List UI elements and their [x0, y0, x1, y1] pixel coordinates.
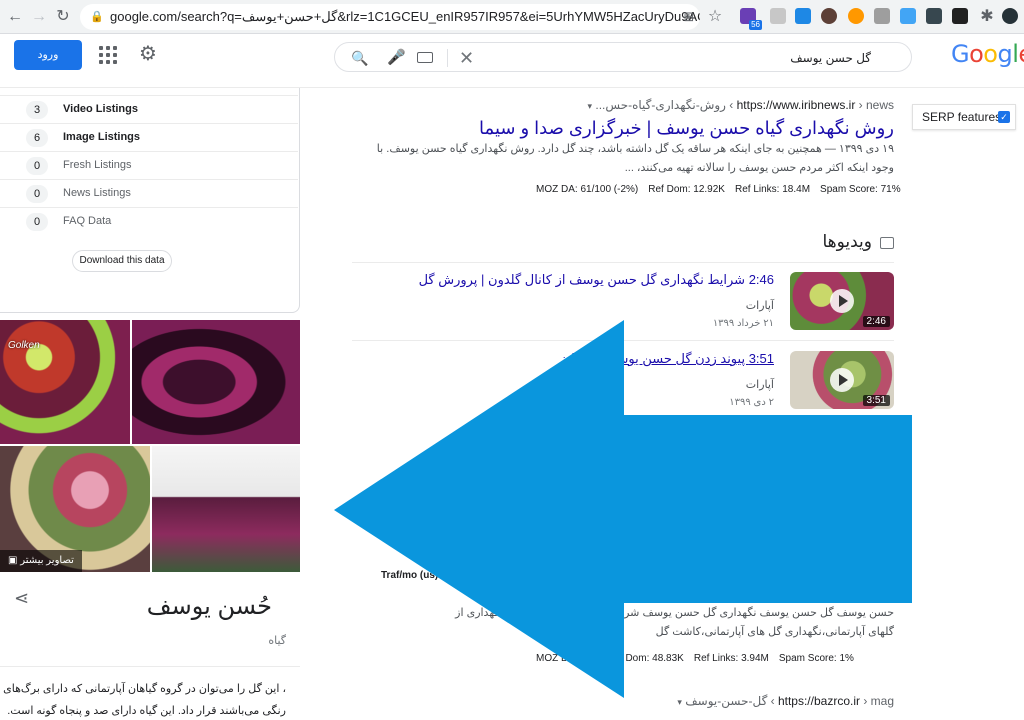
table-row: 0 FAQ Data: [0, 208, 298, 236]
lock-icon: 🔒: [90, 11, 104, 23]
image-thumbnail[interactable]: [132, 320, 300, 444]
extension-icon[interactable]: [952, 8, 968, 24]
address-bar[interactable]: 🔒 google.com/search?q=گل+حسن+یوسف&rlz=1C…: [80, 4, 700, 30]
knowledge-panel-title: حُسن یوسف: [146, 593, 272, 620]
table-row: 3 Video Listings: [0, 96, 298, 124]
play-icon[interactable]: [830, 289, 854, 313]
divider: [447, 49, 448, 67]
result-domain: https://www.iribnews.ir: [736, 98, 856, 112]
moz-metrics: MOZ DA: 61/100 (-2%) Ref Dom: 12.92K Ref L…: [526, 184, 901, 195]
extension-icon[interactable]: [926, 8, 942, 24]
gear-icon[interactable]: ⚙: [139, 44, 157, 64]
login-button[interactable]: ورود: [14, 40, 82, 70]
ref-links: Ref Links: 18.4M: [734, 184, 811, 195]
stat-count: 0: [26, 213, 48, 231]
profile-avatar[interactable]: [1002, 8, 1018, 24]
extension-icon[interactable]: [770, 8, 786, 24]
browser-toolbar: ← → ↻ 🔒 google.com/search?q=گل+حسن+یوسف&…: [0, 0, 1024, 34]
divider: [352, 262, 894, 263]
image-thumbnail[interactable]: ▣ تصاویر بیشتر: [0, 446, 150, 572]
bookmark-star-icon[interactable]: ☆: [704, 6, 726, 28]
image-thumbnail[interactable]: Golken: [0, 320, 130, 444]
share-icon[interactable]: ⋖: [14, 588, 29, 609]
mic-icon[interactable]: 🎤: [387, 43, 406, 73]
extension-icon[interactable]: [795, 8, 811, 24]
table-row: 6 Image Listings: [0, 124, 298, 152]
listing-stats-card: 3 Video Listings 6 Image Listings 0 Fres…: [0, 88, 300, 313]
ref-dom: Ref Dom: 12.92K: [648, 184, 725, 195]
more-images-button[interactable]: ▣ تصاویر بیشتر: [0, 550, 82, 572]
knowledge-panel-subtitle: گیاه: [268, 635, 286, 647]
knowledge-panel-description: ، این گل را می‌توان در گروه گیاهان آپارت…: [3, 683, 286, 717]
stat-count: 0: [26, 185, 48, 203]
extension-icon[interactable]: [821, 8, 837, 24]
search-query: گل حسن یوسف: [790, 51, 871, 65]
moz-da: MOZ DA: 61/100 (-2%): [536, 184, 639, 195]
image-grid: Golken ▣ تصاویر بیشتر: [0, 320, 300, 572]
stat-count: 3: [26, 101, 48, 119]
table-row: 0 News Listings: [0, 180, 298, 208]
stat-label: Video Listings: [63, 103, 138, 115]
search-input[interactable]: 🔍 🎤 ✕ گل حسن یوسف: [334, 42, 912, 72]
forward-icon[interactable]: →: [28, 6, 50, 28]
stat-count: 6: [26, 129, 48, 147]
more-images-label: تصاویر بیشتر: [20, 555, 74, 566]
search-result: https://www.iribnews.ir › news › روش-نگه…: [354, 98, 894, 178]
download-data-button[interactable]: Download this data: [72, 250, 172, 272]
extension-icon[interactable]: [900, 8, 916, 24]
videos-heading: ویدیوها: [822, 232, 894, 252]
checkbox-checked-icon[interactable]: ✓: [998, 111, 1010, 123]
logo-letter: e: [1018, 40, 1024, 68]
reload-icon[interactable]: ↻: [52, 6, 74, 28]
serp-features-toggle[interactable]: SERP features ✓: [912, 104, 1016, 130]
extension-icon[interactable]: 56: [740, 8, 762, 30]
divider: [0, 666, 300, 667]
video-title[interactable]: 2:46 شرایط نگهداری گل حسن یوسف از کانال …: [419, 272, 774, 288]
translate-icon[interactable]: ⊞: [678, 6, 700, 28]
left-arrow-overlay: [334, 320, 912, 698]
address-url: google.com/search?q=گل+حسن+یوسف&rlz=1C1G…: [110, 9, 700, 24]
stat-label: FAQ Data: [63, 215, 112, 227]
logo-letter: g: [997, 40, 1013, 68]
left-panel: 3 Video Listings 6 Image Listings 0 Fres…: [0, 88, 300, 720]
google-header: ورود ⚙ 🔍 🎤 ✕ گل حسن یوسف Google: [0, 34, 1024, 88]
puzzle-icon[interactable]: ✱: [976, 6, 998, 28]
stat-label: News Listings: [63, 187, 131, 199]
stat-label: Image Listings: [63, 131, 141, 143]
table-row: 0 Fresh Listings: [0, 152, 298, 180]
search-icon[interactable]: 🔍: [351, 43, 368, 73]
back-icon[interactable]: ←: [4, 6, 26, 28]
apps-grid-icon[interactable]: [99, 46, 117, 64]
stat-count: 0: [26, 157, 48, 175]
image-watermark: Golken: [8, 340, 40, 351]
image-thumbnail[interactable]: [152, 446, 300, 572]
spam-score: Spam Score: 71%: [820, 184, 901, 195]
video-section-icon: [880, 236, 894, 249]
logo-letter: G: [951, 40, 970, 68]
more-options-icon[interactable]: ▾: [588, 101, 593, 111]
extension-icon[interactable]: [848, 8, 864, 24]
google-logo[interactable]: Google: [951, 40, 1024, 68]
logo-letter: o: [983, 40, 998, 68]
logo-letter: o: [969, 40, 984, 68]
image-gallery-icon: ▣: [8, 555, 21, 566]
keyboard-icon[interactable]: [417, 52, 433, 63]
arrow-shape: [334, 320, 912, 698]
result-cite[interactable]: https://www.iribnews.ir › news › روش-نگه…: [354, 98, 894, 112]
serp-features-label: SERP features: [922, 110, 1002, 124]
result-title[interactable]: روش نگهداری گیاه حسن یوسف | خبرگزاری صدا…: [354, 116, 894, 140]
table-row: [0, 88, 298, 96]
result-snippet: ۱۹ دی ۱۳۹۹ — همچنین به جای اینکه هر ساقه…: [376, 143, 894, 174]
camera-extension-icon[interactable]: [874, 8, 890, 24]
video-source: آپارات: [745, 300, 774, 312]
stat-label: Fresh Listings: [63, 159, 132, 171]
clear-icon[interactable]: ✕: [459, 43, 474, 73]
videos-heading-label: ویدیوها: [822, 232, 872, 251]
